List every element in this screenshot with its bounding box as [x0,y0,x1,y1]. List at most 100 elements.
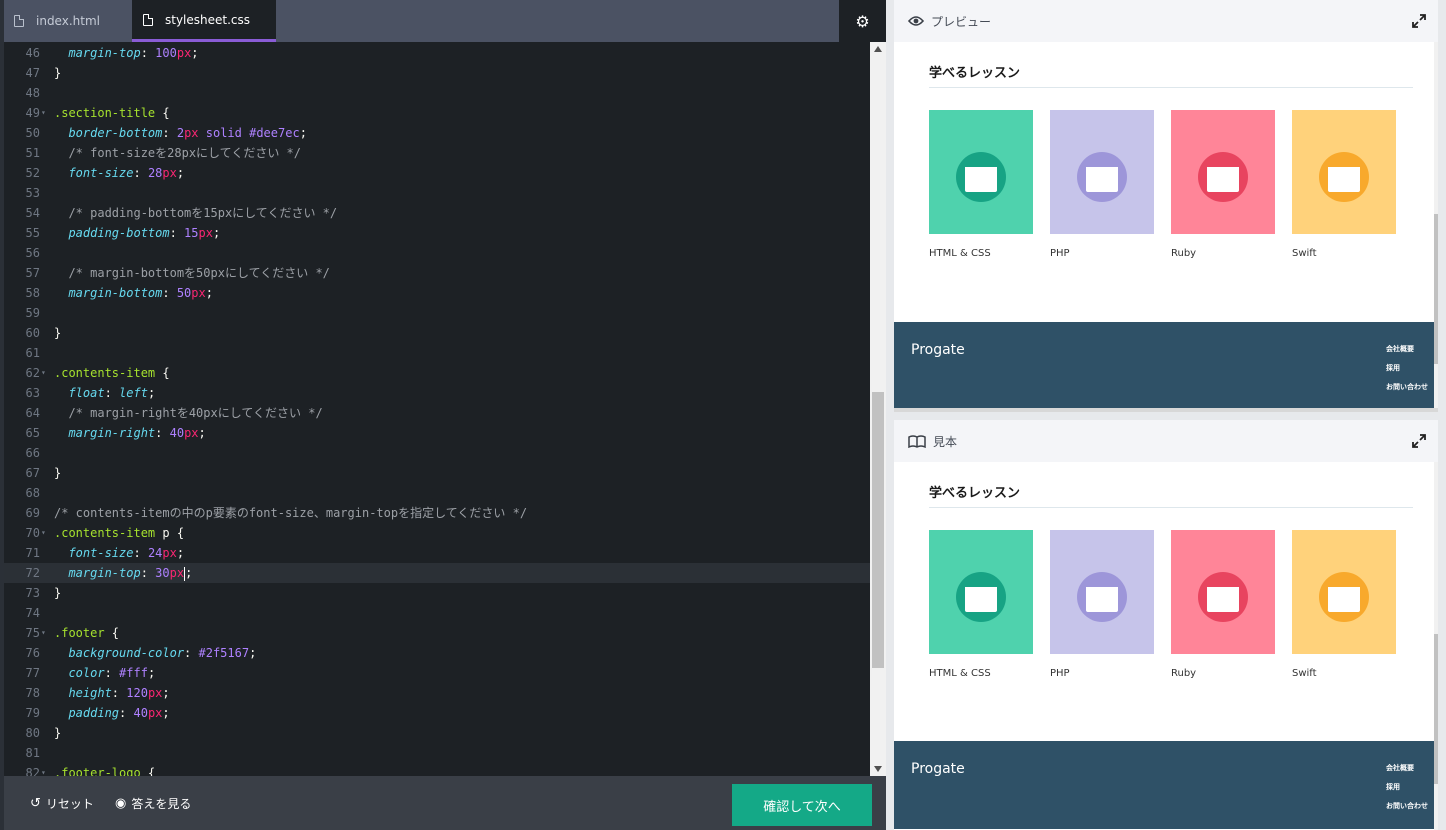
code-token: px [176,46,192,60]
code-line[interactable]: 64 /* margin-rightを40pxにしてください */ [4,403,870,423]
code-token: ; [147,666,156,680]
code-line[interactable]: 80} [4,723,870,743]
code-line[interactable]: 63 float: left; [4,383,870,403]
code-line[interactable]: 79 padding: 40px; [4,703,870,723]
code-line[interactable]: 52 font-size: 28px; [4,163,870,183]
code-line[interactable]: 77 color: #fff; [4,663,870,683]
line-number: 52 [25,166,40,180]
preview-h-scrollbar[interactable] [894,408,1438,412]
tab-index-html[interactable]: index.html [14,0,132,42]
code-line[interactable]: 62 ▾ .contents-item { [4,363,870,383]
code-token: 100 [155,46,177,60]
code-line[interactable]: 61 [4,343,870,363]
code-line[interactable]: 73} [4,583,870,603]
lesson-image [1292,530,1396,654]
code-line[interactable]: 47} [4,63,870,83]
footer-link-recruit[interactable]: 採用 [1386,778,1428,797]
code-token: 30 [155,566,170,580]
line-number: 82 [25,766,40,776]
code-token: { [155,106,170,120]
code-line[interactable]: 82 ▾ .footer-logo { [4,763,870,776]
code-line[interactable]: 48 [4,83,870,103]
footer-link-company[interactable]: 会社概要 [1386,759,1428,778]
fold-arrow-icon[interactable]: ▾ [41,763,46,776]
code-token: : [133,546,148,560]
code-area[interactable]: 46 margin-top: 100px; 47} 48 49 ▾ .section-ti… [4,42,870,776]
code-token: : [140,566,156,580]
lesson-label: Ruby [1171,248,1197,259]
code-token: px [169,566,185,580]
line-number: 77 [25,666,40,680]
code-token: .footer [54,626,105,640]
code-line[interactable]: 57 /* margin-bottomを50pxにしてください */ [4,263,870,283]
code-line[interactable]: 60} [4,323,870,343]
sample-scrollbar[interactable] [1434,462,1438,830]
code-token: : [133,166,148,180]
check-and-next-button[interactable]: 確認して次へ [732,784,872,826]
sample-scroll-thumb[interactable] [1434,634,1438,784]
code-line[interactable]: 65 margin-right: 40px; [4,423,870,443]
eye-icon: ◉ [115,795,127,811]
code-line[interactable]: 51 /* font-sizeを28pxにしてください */ [4,143,870,163]
code-line[interactable]: 55 padding-bottom: 15px; [4,223,870,243]
code-token: #dee7ec [249,126,300,140]
settings-button[interactable]: ⚙ [839,0,886,42]
fold-arrow-icon[interactable]: ▾ [41,103,46,123]
lesson-card: Ruby [1171,110,1275,259]
code-line[interactable]: 59 [4,303,870,323]
code-line[interactable]: 71 font-size: 24px; [4,543,870,563]
code-line[interactable]: 70 ▾ .contents-item p { [4,523,870,543]
reset-button[interactable]: ↺ リセット [30,776,94,830]
code-line[interactable]: 75 ▾ .footer { [4,623,870,643]
code-line[interactable]: 53 [4,183,870,203]
scroll-thumb[interactable] [872,392,884,668]
code-line[interactable]: 68 [4,483,870,503]
code-line[interactable]: 49 ▾ .section-title { [4,103,870,123]
footer-link-recruit[interactable]: 採用 [1386,359,1428,378]
lesson-image [929,530,1033,654]
fold-arrow-icon[interactable]: ▾ [41,363,46,383]
footer-link-contact[interactable]: お問い合わせ [1386,797,1428,816]
expand-icon[interactable] [1412,14,1426,28]
code-token: px [147,686,163,700]
fold-arrow-icon[interactable]: ▾ [41,623,46,643]
line-number: 58 [25,286,40,300]
code-line[interactable]: 76 background-color: #2f5167; [4,643,870,663]
code-line[interactable]: 69 /* contents-itemの中のp要素のfont-size、margi… [4,503,870,523]
code-text: margin-top: 30px; [54,563,192,583]
footer-link-contact[interactable]: お問い合わせ [1386,378,1428,397]
code-line[interactable]: 66 [4,443,870,463]
code-line[interactable]: 58 margin-bottom: 50px; [4,283,870,303]
footer-link-company[interactable]: 会社概要 [1386,340,1428,359]
expand-icon[interactable] [1412,434,1426,448]
code-line[interactable]: 74 [4,603,870,623]
code-token: : [111,686,127,700]
fold-arrow-icon[interactable]: ▾ [41,523,46,543]
line-number: 78 [25,686,40,700]
code-token: .section-title [54,106,156,120]
code-line[interactable]: 54 /* padding-bottomを15pxにしてください */ [4,203,870,223]
preview-scrollbar[interactable] [1434,42,1438,412]
code-text: /* margin-bottomを50pxにしてください */ [54,263,329,283]
code-text: .contents-item { [54,363,170,383]
code-line[interactable]: 72 margin-top: 30px; [4,563,870,583]
code-line[interactable]: 46 margin-top: 100px; [4,43,870,63]
code-line[interactable]: 56 [4,243,870,263]
line-number: 61 [25,346,40,360]
preview-scroll-thumb[interactable] [1434,214,1438,364]
code-token: : [140,46,156,60]
show-answer-button[interactable]: ◉ 答えを見る [115,776,191,830]
scroll-down-arrow-icon[interactable] [874,766,882,772]
code-line[interactable]: 78 height: 120px; [4,683,870,703]
code-token: 24 [147,546,163,560]
reset-icon: ↺ [30,795,41,811]
code-line[interactable]: 81 [4,743,870,763]
code-token: ; [198,426,206,440]
code-token: float [54,386,105,400]
code-line[interactable]: 67} [4,463,870,483]
editor-scrollbar[interactable] [870,42,886,776]
code-line[interactable]: 50 border-bottom: 2px solid #dee7ec; [4,123,870,143]
tab-stylesheet-css[interactable]: stylesheet.css [132,0,276,42]
scroll-up-arrow-icon[interactable] [874,46,882,52]
